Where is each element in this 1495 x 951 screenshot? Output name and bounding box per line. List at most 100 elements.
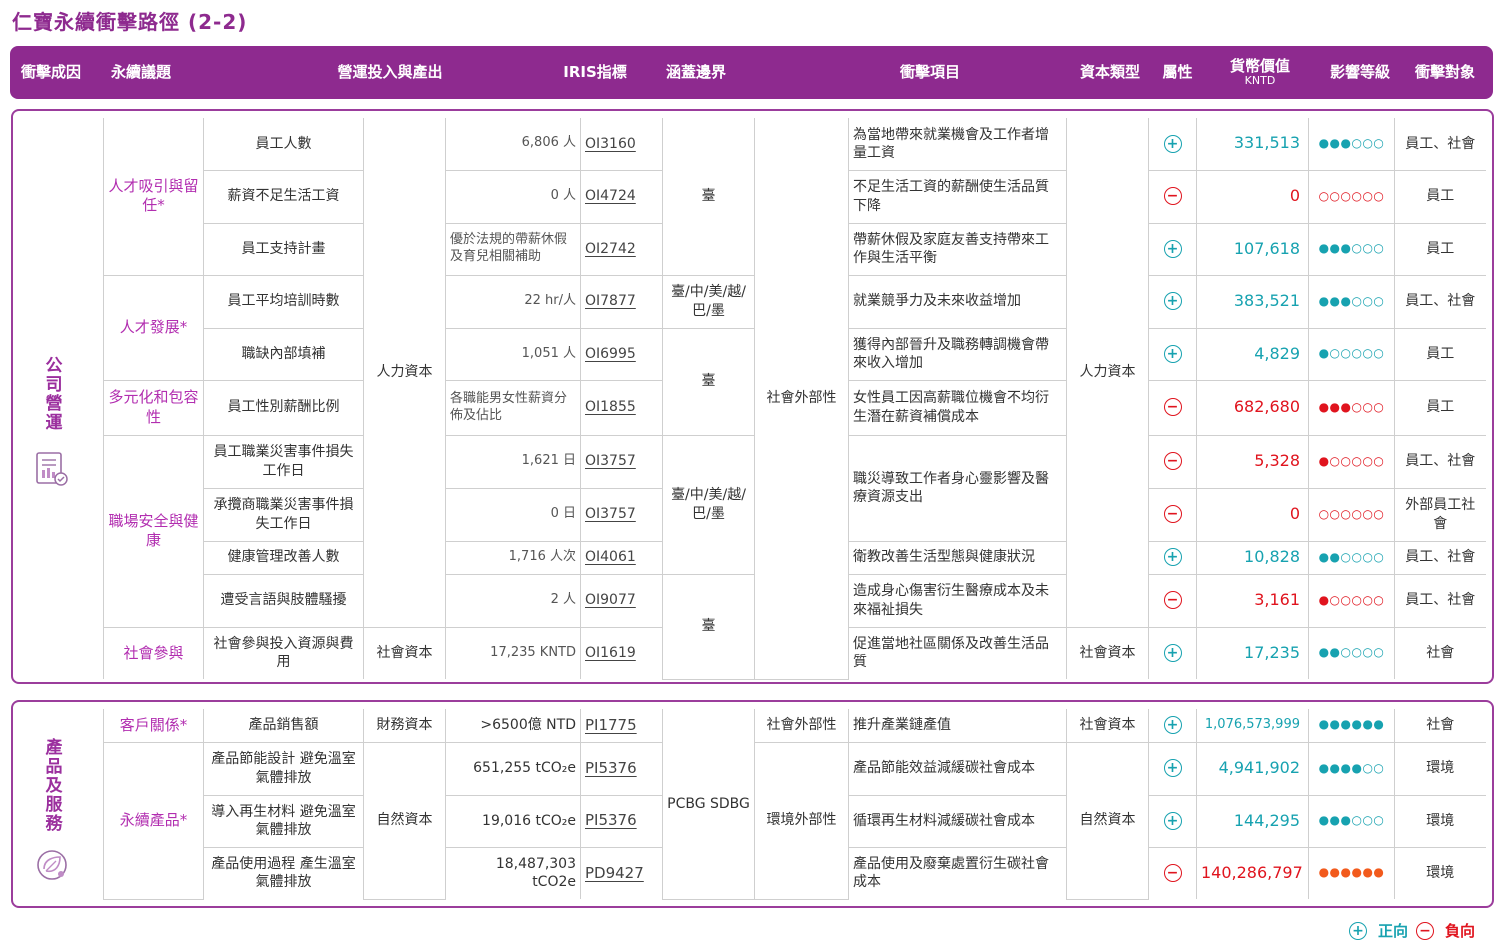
value-cell: 10,828 <box>1196 540 1309 575</box>
iris-link[interactable]: OI1855 <box>585 399 636 415</box>
negative-icon: − <box>1163 452 1182 471</box>
section-operations: 公司營運 人才吸引與留任* 員工人數 人力資本 6,806 人 OI3160 臺… <box>11 109 1494 684</box>
attr-cell: + <box>1148 794 1197 848</box>
item-cell: 女性員工因高薪職位機會不均衍生潛在薪資補償成本 <box>848 379 1067 436</box>
target-cell: 環境 <box>1394 741 1486 796</box>
iris-cell[interactable]: OI7877 <box>580 274 663 329</box>
legend-positive: + 正向 <box>1348 920 1408 941</box>
header-target: 衝擊對象 <box>1414 63 1475 82</box>
iris-cell[interactable]: OI4724 <box>580 169 663 224</box>
iris-cell[interactable]: OI9077 <box>580 573 663 628</box>
boundary-cell: 臺/中/美/越/巴/墨 <box>662 274 755 329</box>
output-cell: 18,487,303 tCO2e <box>445 846 581 899</box>
iris-cell[interactable]: OI3160 <box>580 118 663 171</box>
boundary-cell: PCBG SDBG <box>662 709 755 900</box>
iris-link[interactable]: OI2742 <box>585 241 636 257</box>
section-operations-side: 公司營運 <box>13 356 91 492</box>
item-cell: 為當地帶來就業機會及工作者增量工資 <box>848 118 1067 171</box>
item-cell: 獲得內部晉升及職務轉調機會帶來收入增加 <box>848 327 1067 381</box>
metric-cell: 員工人數 <box>203 118 364 171</box>
negative-icon: − <box>1163 187 1182 206</box>
value-cell: 144,295 <box>1196 794 1309 848</box>
iris-link[interactable]: PI1775 <box>585 716 637 734</box>
iris-link[interactable]: OI3757 <box>585 453 636 469</box>
iris-cell[interactable]: OI3757 <box>580 487 663 542</box>
item-cell: 推升產業鏈產值 <box>848 709 1067 743</box>
value-cell: 383,521 <box>1196 274 1309 329</box>
metric-cell: 導入再生材料 避免溫室氣體排放 <box>203 794 364 848</box>
iris-link[interactable]: PI5376 <box>585 759 637 777</box>
iris-cell[interactable]: OI2742 <box>580 222 663 276</box>
externality-cell: 社會外部性 <box>754 118 849 680</box>
capital-type-cell: 社會資本 <box>1066 709 1149 743</box>
iris-link[interactable]: PD9427 <box>585 864 644 882</box>
iris-cell[interactable]: OI3757 <box>580 434 663 489</box>
iris-cell[interactable]: OI4061 <box>580 540 663 575</box>
iris-link[interactable]: OI4724 <box>585 188 636 204</box>
attr-cell: + <box>1148 709 1197 743</box>
value-cell: 4,829 <box>1196 327 1309 381</box>
value-cell: 0 <box>1196 169 1309 224</box>
item-cell: 帶薪休假及家庭友善支持帶來工作與生活平衡 <box>848 222 1067 276</box>
iris-link[interactable]: OI4061 <box>585 549 636 565</box>
metric-cell: 產品銷售額 <box>203 709 364 743</box>
topic-cell: 人才吸引與留任* <box>103 118 204 276</box>
item-cell: 造成身心傷害衍生醫療成本及未來福祉損失 <box>848 573 1067 628</box>
item-cell: 循環再生材料減緩碳社會成本 <box>848 794 1067 848</box>
legend-positive-label: 正向 <box>1377 922 1408 940</box>
iris-link[interactable]: OI6995 <box>585 346 636 362</box>
value-cell: 1,076,573,999 <box>1196 709 1309 743</box>
iris-link[interactable]: PI5376 <box>585 811 637 829</box>
value-cell: 17,235 <box>1196 626 1309 679</box>
iris-cell[interactable]: OI1855 <box>580 379 663 436</box>
positive-icon: + <box>1163 292 1182 311</box>
item-cell: 就業競爭力及未來收益增加 <box>848 274 1067 329</box>
metric-cell: 職缺內部填補 <box>203 327 364 381</box>
eco-leaf-globe-icon <box>34 847 70 887</box>
target-cell: 員工 <box>1394 222 1486 276</box>
iris-link[interactable]: OI7877 <box>585 293 636 309</box>
level-cell: ●●●○○○ <box>1308 379 1395 436</box>
negative-icon: − <box>1415 921 1434 940</box>
target-cell: 員工、社會 <box>1394 540 1486 575</box>
topic-cell: 多元化和包容性 <box>103 379 204 436</box>
attr-cell: + <box>1148 626 1197 679</box>
header-value-label: 貨幣價值 <box>1229 57 1290 76</box>
iris-link[interactable]: OI1619 <box>585 645 636 661</box>
iris-link[interactable]: OI9077 <box>585 592 636 608</box>
attr-cell: + <box>1148 222 1197 276</box>
negative-icon: − <box>1163 864 1182 883</box>
level-cell: ●○○○○○ <box>1308 434 1395 489</box>
level-cell: ●●○○○○ <box>1308 540 1395 575</box>
iris-cell[interactable]: PI5376 <box>580 794 663 848</box>
negative-icon: − <box>1163 591 1182 610</box>
output-cell: 各職能男女性薪資分佈及佔比 <box>445 379 581 436</box>
iris-cell[interactable]: PD9427 <box>580 846 663 899</box>
target-cell: 環境 <box>1394 846 1486 899</box>
header-boundary: 涵蓋邊界 <box>665 63 726 82</box>
target-cell: 外部員工社會 <box>1394 487 1486 542</box>
attr-cell: − <box>1148 434 1197 489</box>
metric-cell: 員工職業災害事件損失工作日 <box>203 434 364 489</box>
iris-cell[interactable]: OI1619 <box>580 626 663 679</box>
target-cell: 社會 <box>1394 709 1486 743</box>
iris-cell[interactable]: PI1775 <box>580 709 663 743</box>
level-cell: ●●●●●● <box>1308 709 1395 743</box>
level-cell: ●○○○○○ <box>1308 573 1395 628</box>
iris-cell[interactable]: PI5376 <box>580 741 663 796</box>
iris-link[interactable]: OI3160 <box>585 136 636 152</box>
output-cell: 0 人 <box>445 169 581 224</box>
iris-cell[interactable]: OI6995 <box>580 327 663 381</box>
output-cell: 2 人 <box>445 573 581 628</box>
level-cell: ●●●○○○ <box>1308 794 1395 848</box>
metric-cell: 員工平均培訓時數 <box>203 274 364 329</box>
header-topic: 永續議題 <box>110 63 171 82</box>
iris-link[interactable]: OI3757 <box>585 506 636 522</box>
attr-cell: − <box>1148 846 1197 899</box>
negative-icon: − <box>1163 398 1182 417</box>
topic-cell: 客戶關係* <box>103 709 204 743</box>
item-cell: 不足生活工資的薪酬使生活品質下降 <box>848 169 1067 224</box>
positive-icon: + <box>1163 644 1182 663</box>
metric-cell: 員工支持計畫 <box>203 222 364 276</box>
legend-negative: − 負向 <box>1415 920 1475 941</box>
